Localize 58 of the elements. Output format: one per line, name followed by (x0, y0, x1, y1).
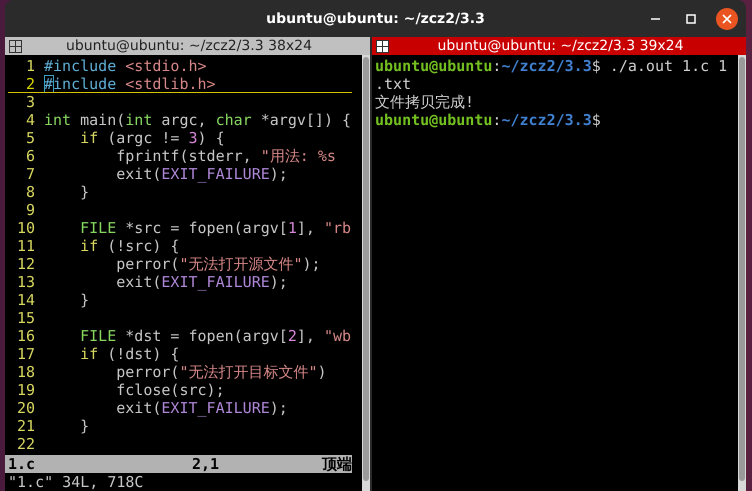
line-number: 8 (24, 183, 35, 201)
terminal-line: ubuntu@ubuntu:~/zcz2/3.3$ ./a.out 1.c 1 (375, 57, 728, 75)
line-number: 18 (16, 363, 35, 381)
line-number: 6 (24, 147, 35, 165)
code-line: #include <stdio.h> (44, 57, 207, 75)
line-number: 13 (16, 273, 35, 291)
code-line: fprintf(stderr, "用法: %s (115, 147, 336, 165)
code-line: exit(EXIT_FAILURE); (115, 165, 288, 183)
line-number: 10 (16, 219, 35, 237)
cursor-position: 2,1 (192, 455, 220, 473)
line-number: 15 (16, 309, 35, 327)
line-number: 4 (24, 111, 35, 129)
line-number: 17 (16, 345, 35, 363)
line-number: 2 (24, 75, 35, 93)
scrollbar[interactable] (362, 55, 370, 491)
terminal-line: 文件拷贝完成! (375, 93, 474, 111)
line-number: 7 (24, 165, 35, 183)
pane-title: ubuntu@ubuntu: ~/zcz2/3.3 39x24 (436, 38, 684, 54)
line-number: 1 (24, 57, 35, 75)
line-number: 14 (16, 291, 35, 309)
code-line: if (!src) { (79, 237, 180, 255)
maximize-icon (686, 14, 696, 24)
close-icon (722, 14, 732, 24)
code-line: fclose(src); (115, 381, 225, 399)
code-line: } (79, 291, 90, 309)
scroll-position: 顶端 (322, 455, 352, 473)
code-line: } (79, 417, 90, 435)
minimize-icon (650, 18, 660, 20)
code-line: FILE *src = fopen(argv[1], "rb (79, 219, 352, 237)
code-line: perror("无法打开源文件"); (115, 255, 321, 273)
split-grid-icon[interactable] (9, 40, 22, 52)
line-number: 21 (16, 417, 35, 435)
terminal-line: ubuntu@ubuntu:~/zcz2/3.3$ (375, 111, 601, 129)
file-name: 1.c (8, 455, 36, 473)
line-number: 22 (16, 435, 35, 453)
code-line: perror("无法打开目标文件") (115, 363, 327, 381)
line-number: 20 (16, 399, 35, 417)
close-button[interactable] (716, 8, 738, 30)
code-line: exit(EXIT_FAILURE); (115, 273, 288, 291)
line-number: 16 (16, 327, 35, 345)
window-title: ubuntu@ubuntu: ~/zcz2/3.3 (266, 10, 485, 26)
line-number: 3 (24, 93, 35, 111)
code-line: if (argc != 3) { (79, 129, 225, 147)
code-line: exit(EXIT_FAILURE); (115, 399, 288, 417)
code-line: int main(int argc, char *argv[]) { (44, 111, 352, 129)
code-line: FILE *dst = fopen(argv[2], "wb (79, 327, 352, 345)
terminal-line: .txt (375, 75, 412, 93)
code-line: } (79, 183, 90, 201)
line-number: 11 (16, 237, 35, 255)
command-line-message: "1.c" 34L, 718C (7, 473, 144, 491)
code-line: if (!dst) { (79, 345, 180, 363)
line-number: 19 (16, 381, 35, 399)
scrollbar[interactable] (738, 55, 746, 491)
line-number: 12 (16, 255, 35, 273)
split-grid-icon[interactable] (376, 40, 389, 52)
line-number: 5 (24, 129, 35, 147)
line-number: 9 (24, 201, 35, 219)
pane-title: ubuntu@ubuntu: ~/zcz2/3.3 38x24 (65, 38, 313, 54)
